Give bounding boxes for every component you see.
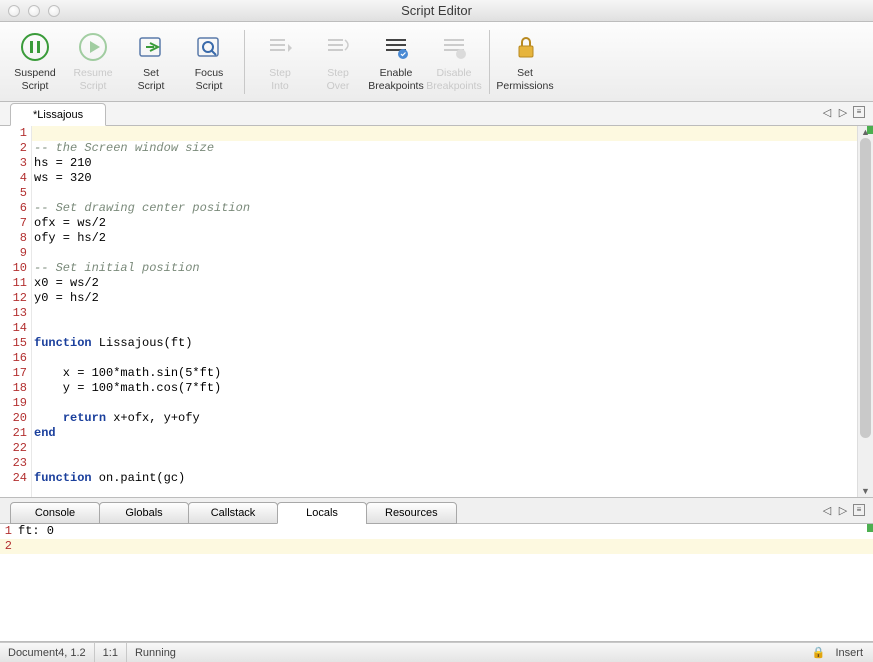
panel-tabstrip: ConsoleGlobalsCallstackLocalsResources ◁… — [0, 498, 873, 524]
set-permissions-button[interactable]: Set Permissions — [496, 27, 554, 95]
panel-tab-locals[interactable]: Locals — [277, 502, 367, 524]
toolbar-separator — [489, 30, 490, 94]
statusbar: Document4, 1.2 1:1 Running 🔒 Insert — [0, 642, 873, 662]
enablebp-label: Enable Breakpoints — [368, 67, 423, 91]
toolbar: Suspend Script Resume Script Set Script … — [0, 22, 873, 102]
step-over-icon — [322, 31, 354, 63]
lock-icon — [509, 31, 541, 63]
locals-panel[interactable]: 1ft: 02 — [0, 524, 873, 642]
code-editor[interactable]: 123456789101112131415161718192021222324 … — [0, 126, 873, 498]
editor-scrollbar[interactable]: ▲ ▼ — [857, 126, 873, 497]
scroll-up-icon[interactable]: ▲ — [858, 126, 873, 138]
scroll-thumb[interactable] — [860, 138, 871, 438]
change-marker — [867, 524, 873, 532]
stepover-label: Step Over — [327, 67, 350, 91]
set-script-button[interactable]: Set Script — [122, 27, 180, 95]
enable-breakpoints-icon — [380, 31, 412, 63]
prev-tab-icon[interactable]: ◁ — [821, 106, 833, 118]
enable-breakpoints-button[interactable]: Enable Breakpoints — [367, 27, 425, 95]
resume-label: Resume Script — [73, 67, 112, 91]
set-script-icon — [135, 31, 167, 63]
focus-script-button[interactable]: Focus Script — [180, 27, 238, 95]
disable-breakpoints-icon — [438, 31, 470, 63]
titlebar: Script Editor — [0, 0, 873, 22]
suspend-script-button[interactable]: Suspend Script — [6, 27, 64, 95]
step-into-icon — [264, 31, 296, 63]
panel-list-icon[interactable]: ≡ — [853, 504, 865, 516]
code-body[interactable]: -- the Screen window sizehs = 210ws = 32… — [32, 126, 857, 497]
window-title: Script Editor — [0, 3, 873, 18]
focus-label: Focus Script — [195, 67, 224, 91]
panel-tab-console[interactable]: Console — [10, 502, 100, 524]
set-label: Set Script — [138, 67, 165, 91]
status-insert-mode: Insert — [835, 647, 863, 659]
lock-status-icon: 🔒 — [812, 646, 826, 659]
tab-list-icon[interactable]: ≡ — [853, 106, 865, 118]
panel-nav: ◁ ▷ ≡ — [821, 504, 865, 516]
scroll-down-icon[interactable]: ▼ — [858, 485, 873, 497]
panel-tab-callstack[interactable]: Callstack — [188, 502, 278, 524]
resume-script-button: Resume Script — [64, 27, 122, 95]
tab-nav: ◁ ▷ ≡ — [821, 106, 865, 118]
tab-label: *Lissajous — [33, 109, 83, 121]
focus-icon — [193, 31, 225, 63]
panel-tab-resources[interactable]: Resources — [366, 502, 457, 524]
script-tab[interactable]: *Lissajous — [10, 103, 106, 126]
play-icon — [77, 31, 109, 63]
status-cursor-pos: 1:1 — [95, 643, 127, 662]
disable-breakpoints-button: Disable Breakpoints — [425, 27, 483, 95]
panel-next-icon[interactable]: ▷ — [837, 504, 849, 516]
step-over-button: Step Over — [309, 27, 367, 95]
next-tab-icon[interactable]: ▷ — [837, 106, 849, 118]
pause-icon — [19, 31, 51, 63]
toolbar-separator — [244, 30, 245, 94]
stepinto-label: Step Into — [269, 67, 291, 91]
step-into-button: Step Into — [251, 27, 309, 95]
setperm-label: Set Permissions — [496, 67, 553, 91]
status-run-state: Running — [127, 643, 184, 662]
disablebp-label: Disable Breakpoints — [426, 67, 481, 91]
suspend-label: Suspend Script — [14, 67, 55, 91]
panel-tab-globals[interactable]: Globals — [99, 502, 189, 524]
panel-prev-icon[interactable]: ◁ — [821, 504, 833, 516]
status-document: Document4, 1.2 — [0, 643, 95, 662]
script-tabstrip: *Lissajous ◁ ▷ ≡ — [0, 102, 873, 126]
line-gutter: 123456789101112131415161718192021222324 — [0, 126, 32, 497]
